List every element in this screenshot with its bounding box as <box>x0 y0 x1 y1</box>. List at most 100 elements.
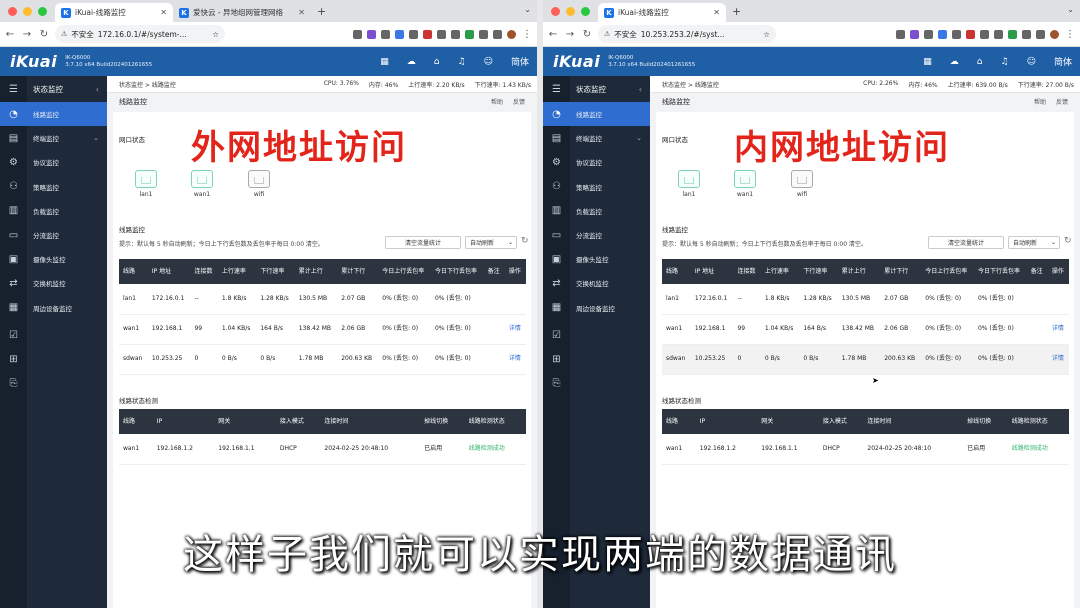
menu-dots-icon[interactable]: ⋮ <box>1064 29 1076 40</box>
home-icon[interactable]: ⌂ <box>434 57 440 67</box>
sidebar-item-split-monitor[interactable]: ▭ 分流监控 <box>0 223 107 247</box>
browser-tab[interactable]: K iKuai-线路监控 ✕ <box>598 3 726 22</box>
extension-icon[interactable] <box>1022 29 1031 39</box>
close-window-button[interactable] <box>8 6 17 16</box>
browser-tab[interactable]: K iKuai-线路监控 ✕ <box>55 3 173 22</box>
close-tab-icon[interactable]: ✕ <box>298 8 305 17</box>
sidebar-item-peripheral-monitor[interactable]: ▦ 周边设备监控 <box>0 296 107 320</box>
extension-icon[interactable] <box>1008 29 1017 39</box>
close-tab-icon[interactable]: ✕ <box>713 8 720 17</box>
extension-icon[interactable] <box>896 29 905 39</box>
checklist-icon[interactable]: ☑ <box>0 323 27 347</box>
extension-icon[interactable] <box>465 29 474 39</box>
back-icon[interactable]: ← <box>4 29 16 40</box>
reload-icon[interactable]: ↻ <box>581 29 593 40</box>
bookmark-star-icon[interactable]: ☆ <box>212 30 219 39</box>
close-tab-icon[interactable]: ✕ <box>160 8 167 17</box>
extension-icon[interactable] <box>1036 29 1045 39</box>
apps-icon[interactable]: ⊞ <box>0 347 27 371</box>
help-link[interactable]: 帮助 <box>491 97 503 106</box>
language-toggle[interactable]: 简体 <box>511 55 529 68</box>
grid-icon[interactable]: ▦ <box>923 57 932 67</box>
sidebar-item-switch-monitor[interactable]: ⇄ 交换机监控 <box>0 271 107 295</box>
bell-icon[interactable]: ♫ <box>1001 57 1009 67</box>
address-bar[interactable]: ⚠ 不安全 10.253.253.2/#/syst... ☆ <box>598 25 776 43</box>
profile-avatar-icon[interactable] <box>507 29 516 39</box>
sidebar-item-line-monitor[interactable]: ◔ 线路监控 <box>543 102 650 127</box>
extension-icon[interactable] <box>924 29 933 39</box>
sidebar-header[interactable]: ☰ 状态监控 ‹ <box>543 76 650 102</box>
extension-icon[interactable] <box>367 29 376 39</box>
minimize-window-button[interactable] <box>566 6 575 16</box>
menu-dots-icon[interactable]: ⋮ <box>521 29 533 40</box>
extension-icon[interactable] <box>966 29 975 39</box>
document-icon[interactable]: ⎘ <box>543 371 570 395</box>
address-bar[interactable]: ⚠ 不安全 172.16.0.1/#/system-... ☆ <box>55 25 225 43</box>
document-icon[interactable]: ⎘ <box>0 371 27 395</box>
tab-search-icon[interactable]: ⌄ <box>524 5 531 14</box>
details-link[interactable]: 详情 <box>504 344 526 375</box>
extension-icon[interactable] <box>493 29 502 39</box>
sidebar-item-policy-monitor[interactable]: ⚇ 策略监控 <box>0 175 107 199</box>
forward-icon[interactable]: → <box>564 29 576 40</box>
clear-traffic-button[interactable]: 清空流量统计 <box>385 236 461 249</box>
extension-icon[interactable] <box>381 29 390 39</box>
language-toggle[interactable]: 简体 <box>1054 55 1072 68</box>
auto-refresh-select[interactable]: 自动刷新 ⌄ <box>1008 236 1060 249</box>
port-lan1[interactable]: lan1 <box>135 170 157 198</box>
details-link[interactable]: 详情 <box>1047 314 1069 345</box>
extension-icon[interactable] <box>938 29 947 39</box>
extension-icon[interactable] <box>395 29 404 39</box>
menu-collapse-icon[interactable]: ☰ <box>543 77 570 101</box>
port-wan1[interactable]: wan1 <box>734 170 756 198</box>
help-link[interactable]: 帮助 <box>1034 97 1046 106</box>
extension-icon[interactable] <box>479 29 488 39</box>
sidebar-item-switch-monitor[interactable]: ⇄ 交换机监控 <box>543 271 650 295</box>
cloud-icon[interactable]: ☁ <box>407 57 416 67</box>
sidebar-item-terminal-monitor[interactable]: ▤ 终端监控 ⌄ <box>0 126 107 150</box>
sidebar-item-camera-monitor[interactable]: ▣ 摄像头监控 <box>0 247 107 271</box>
apps-icon[interactable]: ⊞ <box>543 347 570 371</box>
extension-icon[interactable] <box>952 29 961 39</box>
home-icon[interactable]: ⌂ <box>977 57 983 67</box>
browser-tab[interactable]: K 爱快云 - 异地组网管理网络 ✕ <box>173 3 311 22</box>
sidebar-item-policy-monitor[interactable]: ⚇ 策略监控 <box>543 175 650 199</box>
port-wifi[interactable]: wifi <box>791 170 813 198</box>
user-icon[interactable]: ☺ <box>1027 57 1036 67</box>
extension-icon[interactable] <box>451 29 460 39</box>
maximize-window-button[interactable] <box>581 6 590 16</box>
extension-icon[interactable] <box>409 29 418 39</box>
extension-icon[interactable] <box>994 29 1003 39</box>
sidebar-item-protocol-monitor[interactable]: ⚙ 协议监控 <box>0 150 107 174</box>
sidebar-header[interactable]: ☰ 状态监控 ‹ <box>0 76 107 102</box>
new-tab-button[interactable]: + <box>726 5 747 18</box>
reload-icon[interactable]: ↻ <box>38 29 50 40</box>
extension-icon[interactable] <box>437 29 446 39</box>
sidebar-item-split-monitor[interactable]: ▭ 分流监控 <box>543 223 650 247</box>
grid-icon[interactable]: ▦ <box>380 57 389 67</box>
menu-collapse-icon[interactable]: ☰ <box>0 77 27 101</box>
sidebar-item-load-monitor[interactable]: ▥ 负载监控 <box>543 199 650 223</box>
details-link[interactable]: 详情 <box>1047 344 1069 375</box>
minimize-window-button[interactable] <box>23 6 32 16</box>
close-window-button[interactable] <box>551 6 560 16</box>
sidebar-item-peripheral-monitor[interactable]: ▦ 周边设备监控 <box>543 296 650 320</box>
feedback-link[interactable]: 反馈 <box>513 97 525 106</box>
port-lan1[interactable]: lan1 <box>678 170 700 198</box>
sidebar-item-protocol-monitor[interactable]: ⚙ 协议监控 <box>543 150 650 174</box>
back-icon[interactable]: ← <box>547 29 559 40</box>
refresh-icon[interactable]: ↻ <box>1064 236 1072 246</box>
extension-icon[interactable] <box>980 29 989 39</box>
profile-avatar-icon[interactable] <box>1050 29 1059 39</box>
checklist-icon[interactable]: ☑ <box>543 323 570 347</box>
new-tab-button[interactable]: + <box>311 5 332 18</box>
sidebar-item-terminal-monitor[interactable]: ▤ 终端监控 ⌄ <box>543 126 650 150</box>
auto-refresh-select[interactable]: 自动刷新 ⌄ <box>465 236 517 249</box>
bookmark-star-icon[interactable]: ☆ <box>763 30 770 39</box>
tab-search-icon[interactable]: ⌄ <box>1067 5 1074 14</box>
sidebar-item-camera-monitor[interactable]: ▣ 摄像头监控 <box>543 247 650 271</box>
cloud-icon[interactable]: ☁ <box>950 57 959 67</box>
refresh-icon[interactable]: ↻ <box>521 236 529 246</box>
forward-icon[interactable]: → <box>21 29 33 40</box>
extension-icon[interactable] <box>423 29 432 39</box>
